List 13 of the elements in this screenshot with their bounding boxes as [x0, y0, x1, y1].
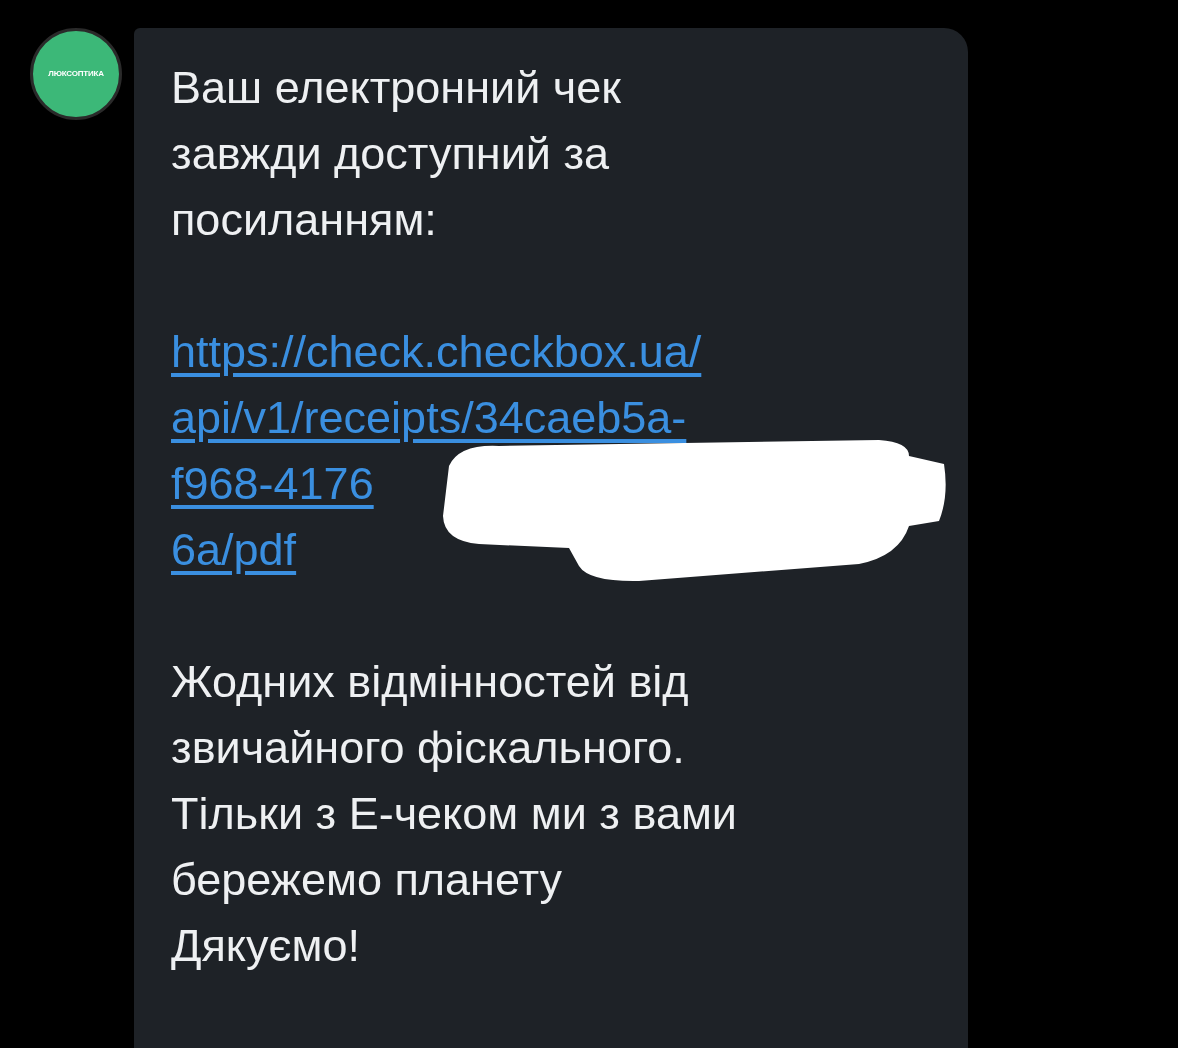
- receipt-link[interactable]: https://check.checkbox.ua/: [171, 319, 702, 385]
- receipt-link[interactable]: f968-4176: [171, 451, 374, 517]
- message-text: Тільки з Е-чеком ми з вами: [171, 787, 737, 841]
- message-text: посиланням:: [171, 193, 437, 247]
- message-text: завжди доступний за: [171, 127, 610, 181]
- message-text: Ваш електронний чек: [171, 61, 621, 115]
- message-text: Жодних відмінностей від: [171, 655, 689, 709]
- message-text: бережемо планету: [171, 853, 563, 907]
- avatar-text: ЛЮКСОПТИКА: [48, 68, 104, 80]
- message-text: звичайного фіскального.: [171, 721, 685, 775]
- receipt-link[interactable]: 6a/pdf: [171, 517, 297, 583]
- message-text: Дякуємо!: [171, 919, 360, 973]
- receipt-link[interactable]: api/v1/receipts/34caeb5a-: [171, 385, 687, 451]
